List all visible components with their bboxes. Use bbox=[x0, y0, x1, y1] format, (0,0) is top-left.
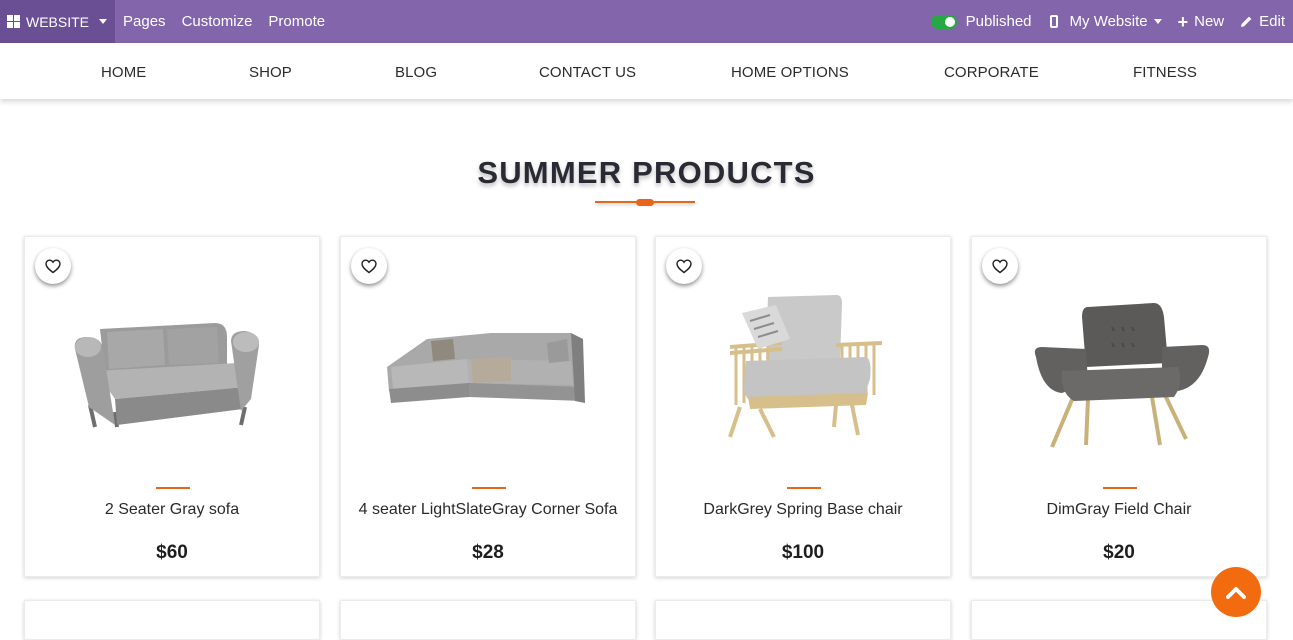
heart-icon bbox=[45, 258, 61, 273]
product-accent-line bbox=[787, 487, 821, 489]
field-chair-image bbox=[1034, 303, 1210, 448]
product-accent-line bbox=[1103, 487, 1137, 489]
edit-page-button[interactable]: Edit bbox=[1240, 13, 1285, 30]
pencil-icon bbox=[1240, 15, 1253, 28]
spring-chair-image bbox=[728, 295, 882, 438]
plus-icon: + bbox=[1177, 11, 1189, 32]
nav-blog[interactable]: BLOG bbox=[395, 64, 437, 81]
nav-home-options[interactable]: HOME OPTIONS bbox=[731, 64, 849, 81]
wishlist-button[interactable] bbox=[35, 248, 71, 284]
nav-home[interactable]: HOME bbox=[101, 64, 146, 81]
nav-shop[interactable]: SHOP bbox=[249, 64, 292, 81]
product-price: $60 bbox=[156, 542, 188, 563]
nav-fitness[interactable]: FITNESS bbox=[1133, 64, 1197, 81]
promote-menu[interactable]: Promote bbox=[268, 13, 325, 30]
product-card[interactable]: 4 seater LightSlateGray Corner Sofa $28 bbox=[340, 236, 636, 577]
website-admin-bar: WEBSITE Pages Customize Promote Publishe… bbox=[0, 0, 1293, 43]
product-card[interactable]: DimGray Field Chair $20 bbox=[971, 236, 1267, 577]
product-name[interactable]: DimGray Field Chair bbox=[972, 501, 1266, 519]
heart-icon bbox=[676, 258, 692, 273]
product-price: $20 bbox=[1103, 542, 1135, 563]
website-menu-label: WEBSITE bbox=[26, 13, 90, 30]
product-name[interactable]: 4 seater LightSlateGray Corner Sofa bbox=[341, 501, 635, 519]
wishlist-button[interactable] bbox=[982, 248, 1018, 284]
product-accent-line bbox=[472, 487, 506, 489]
product-card[interactable] bbox=[340, 600, 636, 640]
publish-toggle[interactable]: Published bbox=[930, 13, 1032, 30]
scroll-to-top-button[interactable] bbox=[1211, 567, 1261, 617]
new-content-button[interactable]: + New bbox=[1178, 13, 1225, 31]
heart-icon bbox=[992, 258, 1008, 273]
section-title: SUMMER PRODUCTS bbox=[477, 155, 816, 190]
product-card[interactable]: 2 Seater Gray sofa $60 bbox=[24, 236, 320, 577]
caret-down-icon bbox=[99, 19, 108, 24]
nav-contact-us[interactable]: CONTACT US bbox=[539, 64, 636, 81]
published-label: Published bbox=[965, 13, 1032, 30]
product-card[interactable]: DarkGrey Spring Base chair $100 bbox=[655, 236, 951, 577]
wishlist-button[interactable] bbox=[666, 248, 702, 284]
heart-icon bbox=[361, 258, 377, 273]
main-navigation: HOME SHOP BLOG CONTACT US HOME OPTIONS C… bbox=[0, 43, 1293, 99]
product-price: $28 bbox=[472, 542, 504, 563]
new-label: New bbox=[1194, 13, 1225, 30]
chevron-up-icon bbox=[1226, 587, 1246, 599]
website-switcher[interactable]: My Website bbox=[1049, 13, 1162, 30]
pages-menu[interactable]: Pages bbox=[123, 13, 166, 30]
admin-actions: Published My Website + New Edit bbox=[930, 0, 1293, 43]
product-name[interactable]: 2 Seater Gray sofa bbox=[25, 501, 319, 519]
caret-down-icon bbox=[1153, 19, 1162, 24]
mobile-preview-icon bbox=[1049, 15, 1058, 28]
title-underline-dot bbox=[636, 199, 654, 206]
corner-sofa-image bbox=[387, 333, 585, 403]
product-price: $100 bbox=[781, 542, 825, 563]
gray-sofa-image bbox=[74, 323, 259, 428]
product-accent-line bbox=[156, 487, 190, 489]
product-card[interactable] bbox=[24, 600, 320, 640]
product-name[interactable]: DarkGrey Spring Base chair bbox=[656, 501, 950, 519]
nav-corporate[interactable]: CORPORATE bbox=[944, 64, 1039, 81]
website-menu-button[interactable]: WEBSITE bbox=[0, 0, 116, 43]
my-website-label: My Website bbox=[1069, 13, 1148, 30]
product-card[interactable] bbox=[655, 600, 951, 640]
apps-grid-icon bbox=[7, 15, 20, 28]
wishlist-button[interactable] bbox=[351, 248, 387, 284]
toggle-switch-icon bbox=[930, 14, 957, 29]
customize-menu[interactable]: Customize bbox=[182, 13, 253, 30]
edit-label: Edit bbox=[1259, 13, 1285, 30]
